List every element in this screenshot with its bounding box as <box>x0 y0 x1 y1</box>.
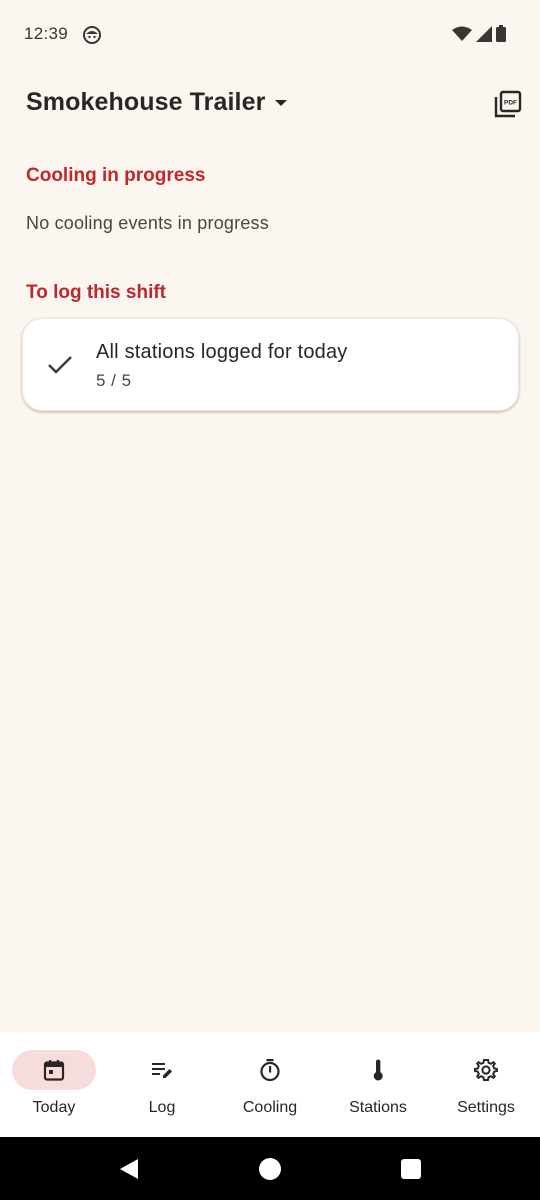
export-pdf-button[interactable]: PDF <box>494 90 522 118</box>
log-section-heading: To log this shift <box>26 282 167 303</box>
today-screen: 12:39 Smokehouse Trailer PDF Cooling in … <box>0 0 540 1200</box>
cooling-section-heading: Cooling in progress <box>26 165 206 186</box>
timer-icon <box>260 1059 280 1082</box>
calendar-icon <box>43 1060 65 1081</box>
cellular-signal-icon <box>476 25 492 42</box>
wifi-icon <box>452 26 472 41</box>
status-time: 12:39 <box>24 24 69 43</box>
location-selector[interactable]: Smokehouse Trailer <box>26 88 289 117</box>
nav-item-log[interactable]: Log <box>108 1032 216 1137</box>
stations-logged-card[interactable]: All stations logged for today 5 / 5 <box>22 318 519 411</box>
nav-item-stations[interactable]: Stations <box>324 1032 432 1137</box>
pdf-icon-label: PDF <box>504 100 517 107</box>
app-bar: Smokehouse Trailer PDF <box>0 80 540 130</box>
gear-icon <box>474 1059 498 1081</box>
home-icon[interactable] <box>259 1158 281 1180</box>
edit-list-icon <box>152 1063 172 1078</box>
card-progress: 5 / 5 <box>96 371 132 390</box>
nav-item-cooling[interactable]: Cooling <box>216 1032 324 1137</box>
system-navigation-bar <box>0 1137 540 1200</box>
nav-label-log: Log <box>148 1099 176 1116</box>
card-title: All stations logged for today <box>96 341 348 363</box>
back-icon[interactable] <box>118 1157 140 1181</box>
nav-item-today[interactable]: Today <box>0 1032 108 1137</box>
nav-label-cooling: Cooling <box>242 1099 298 1116</box>
notification-icon <box>83 26 101 44</box>
nav-label-stations: Stations <box>349 1099 407 1116</box>
status-bar: 12:39 <box>0 0 540 70</box>
check-icon <box>48 356 72 374</box>
app-title: Smokehouse Trailer <box>26 88 266 116</box>
nav-item-settings[interactable]: Settings <box>432 1032 540 1137</box>
bottom-navigation: Today Log Cooling Stations Settings <box>0 1032 540 1137</box>
status-icons <box>452 25 506 42</box>
dropdown-arrow-icon <box>275 99 288 106</box>
recents-icon[interactable] <box>401 1159 421 1179</box>
battery-icon <box>496 25 506 42</box>
nav-label-today: Today <box>32 1099 76 1116</box>
cooling-empty-text: No cooling events in progress <box>26 213 269 233</box>
nav-label-settings: Settings <box>457 1099 515 1116</box>
thermometer-icon <box>373 1059 383 1081</box>
